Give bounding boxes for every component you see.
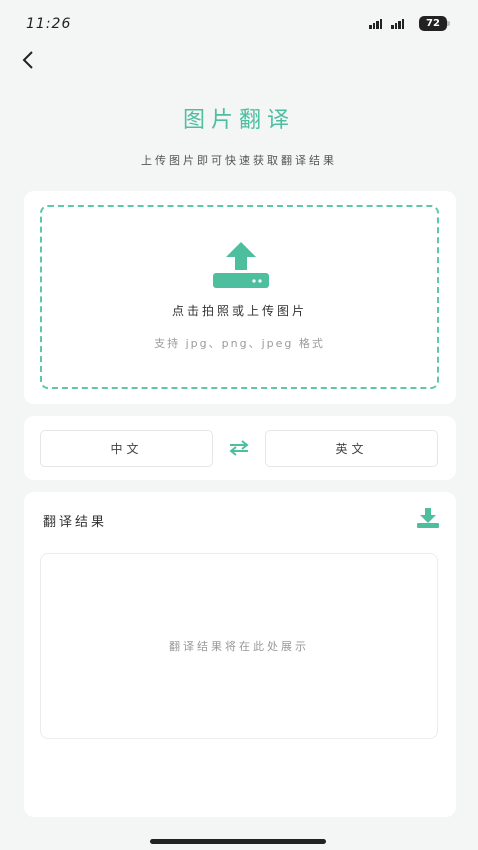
target-language-label: 英文 bbox=[335, 442, 368, 456]
status-bar: 11:26 72 bbox=[0, 0, 478, 44]
target-language-button[interactable]: 英文 bbox=[265, 430, 438, 467]
result-card: 翻译结果 翻译结果将在此处展示 bbox=[24, 492, 456, 817]
download-icon bbox=[417, 508, 439, 528]
chevron-left-icon bbox=[22, 51, 33, 69]
result-title: 翻译结果 bbox=[43, 515, 108, 530]
cellular-signal-icon bbox=[369, 19, 382, 29]
battery-tip bbox=[447, 21, 450, 26]
back-button[interactable] bbox=[12, 44, 44, 76]
page-title: 图片翻译 bbox=[182, 108, 295, 133]
upload-dropzone[interactable]: 点击拍照或上传图片 支持 jpg、png、jpeg 格式 bbox=[40, 205, 439, 389]
upload-icon bbox=[213, 242, 269, 288]
source-language-button[interactable]: 中文 bbox=[40, 430, 213, 467]
download-button[interactable] bbox=[416, 507, 440, 529]
source-language-label: 中文 bbox=[110, 442, 143, 456]
language-selector-card: 中文 英文 bbox=[24, 416, 456, 480]
upload-label: 点击拍照或上传图片 bbox=[171, 304, 307, 318]
battery-icon: 72 bbox=[419, 16, 447, 31]
status-time: 11:26 bbox=[26, 16, 72, 32]
result-output-box: 翻译结果将在此处展示 bbox=[40, 553, 438, 739]
page-subtitle: 上传图片即可快速获取翻译结果 bbox=[141, 154, 337, 167]
swap-arrows-icon bbox=[229, 440, 249, 456]
home-indicator bbox=[150, 839, 326, 844]
upload-format-hint: 支持 jpg、png、jpeg 格式 bbox=[154, 337, 325, 350]
result-placeholder: 翻译结果将在此处展示 bbox=[169, 640, 309, 653]
upload-card: 点击拍照或上传图片 支持 jpg、png、jpeg 格式 bbox=[24, 191, 456, 404]
swap-language-button[interactable] bbox=[226, 436, 252, 460]
cellular-signal-icon-2 bbox=[391, 19, 404, 29]
